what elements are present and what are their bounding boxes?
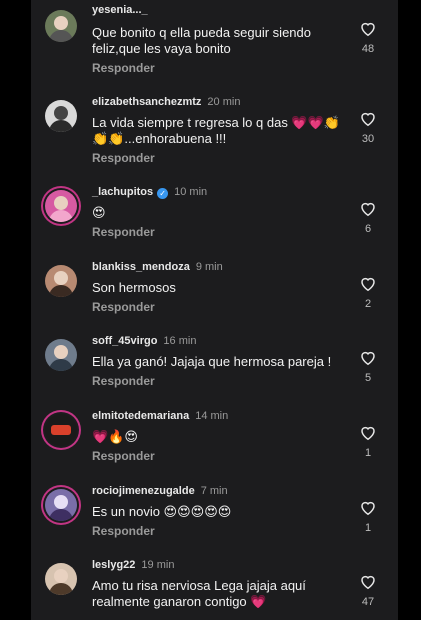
like-button[interactable]: 5 xyxy=(358,349,378,384)
comment-username[interactable]: yesenia..._ xyxy=(92,4,148,16)
reply-button[interactable]: Responder xyxy=(92,374,155,388)
heart-outline-icon xyxy=(361,277,375,292)
comment-time: 20 min xyxy=(207,96,241,108)
comment-text: Amo tu risa nerviosa Lega jajaja aquí re… xyxy=(92,578,306,609)
comment-username[interactable]: _lachupitos xyxy=(92,186,153,198)
heart-outline-icon xyxy=(361,112,375,127)
like-button[interactable]: 1 xyxy=(358,499,378,534)
avatar[interactable] xyxy=(45,190,77,222)
like-count: 30 xyxy=(361,133,375,145)
avatar[interactable] xyxy=(45,414,77,446)
comment-time: 10 min xyxy=(174,186,208,198)
comment-text: 💗🔥😍 xyxy=(92,429,138,444)
reply-button[interactable]: Responder xyxy=(92,449,155,463)
like-button[interactable]: 47 xyxy=(358,573,378,608)
like-button[interactable]: 1 xyxy=(358,424,378,459)
comment-time: 7 min xyxy=(200,485,228,497)
like-button[interactable]: 2 xyxy=(358,275,378,310)
comment-text: Es un novio 😍😍😍😍😍 xyxy=(92,504,232,519)
heart-outline-icon xyxy=(361,22,375,37)
like-count: 48 xyxy=(361,43,375,55)
comment-time: 9 min xyxy=(195,261,223,273)
avatar[interactable] xyxy=(45,489,77,521)
comment-username[interactable]: elizabethsanchezmtz xyxy=(92,96,201,108)
avatar[interactable] xyxy=(45,265,77,297)
comment-username[interactable]: soff_45virgo xyxy=(92,335,157,347)
heart-outline-icon xyxy=(361,501,375,516)
like-count: 47 xyxy=(361,596,375,608)
like-count: 1 xyxy=(364,447,372,459)
avatar[interactable] xyxy=(45,100,77,132)
comment-username[interactable]: elmitotedemariana xyxy=(92,410,189,422)
comment-time: 16 min xyxy=(163,335,197,347)
heart-outline-icon xyxy=(361,575,375,590)
comment-text: 😍 xyxy=(92,205,106,220)
reply-button[interactable]: Responder xyxy=(92,225,155,239)
like-count: 2 xyxy=(364,298,372,310)
avatar[interactable] xyxy=(45,563,77,595)
like-count: 5 xyxy=(364,372,372,384)
like-button[interactable]: 6 xyxy=(358,200,378,235)
reply-button[interactable]: Responder xyxy=(92,61,155,75)
comment-text: La vida siempre t regresa lo q das 💗💗👏👏👏… xyxy=(92,115,340,146)
comment-time: 14 min xyxy=(195,410,229,422)
avatar[interactable] xyxy=(45,10,77,42)
comments-panel: yesenia..._ Que bonito q ella pueda segu… xyxy=(31,0,398,620)
comment-text: Son hermosos xyxy=(92,280,176,295)
avatar[interactable] xyxy=(45,339,77,371)
heart-outline-icon xyxy=(361,351,375,366)
like-count: 1 xyxy=(364,522,372,534)
comment-username[interactable]: rociojimenezugalde xyxy=(92,485,195,497)
comment-text: Ella ya ganó! Jajaja que hermosa pareja … xyxy=(92,354,332,369)
heart-outline-icon xyxy=(361,426,375,441)
reply-button[interactable]: Responder xyxy=(92,151,155,165)
verified-badge-icon: ✓ xyxy=(157,188,169,199)
comment-username[interactable]: blankiss_mendoza xyxy=(92,261,190,273)
like-count: 6 xyxy=(364,223,372,235)
comment-text: Que bonito q ella pueda seguir siendo fe… xyxy=(92,25,311,56)
reply-button[interactable]: Responder xyxy=(92,524,155,538)
reply-button[interactable]: Responder xyxy=(92,300,155,314)
like-button[interactable]: 30 xyxy=(358,110,378,145)
heart-outline-icon xyxy=(361,202,375,217)
comment-username[interactable]: leslyg22 xyxy=(92,559,135,571)
like-button[interactable]: 48 xyxy=(358,20,378,55)
comment-time: 19 min xyxy=(141,559,175,571)
